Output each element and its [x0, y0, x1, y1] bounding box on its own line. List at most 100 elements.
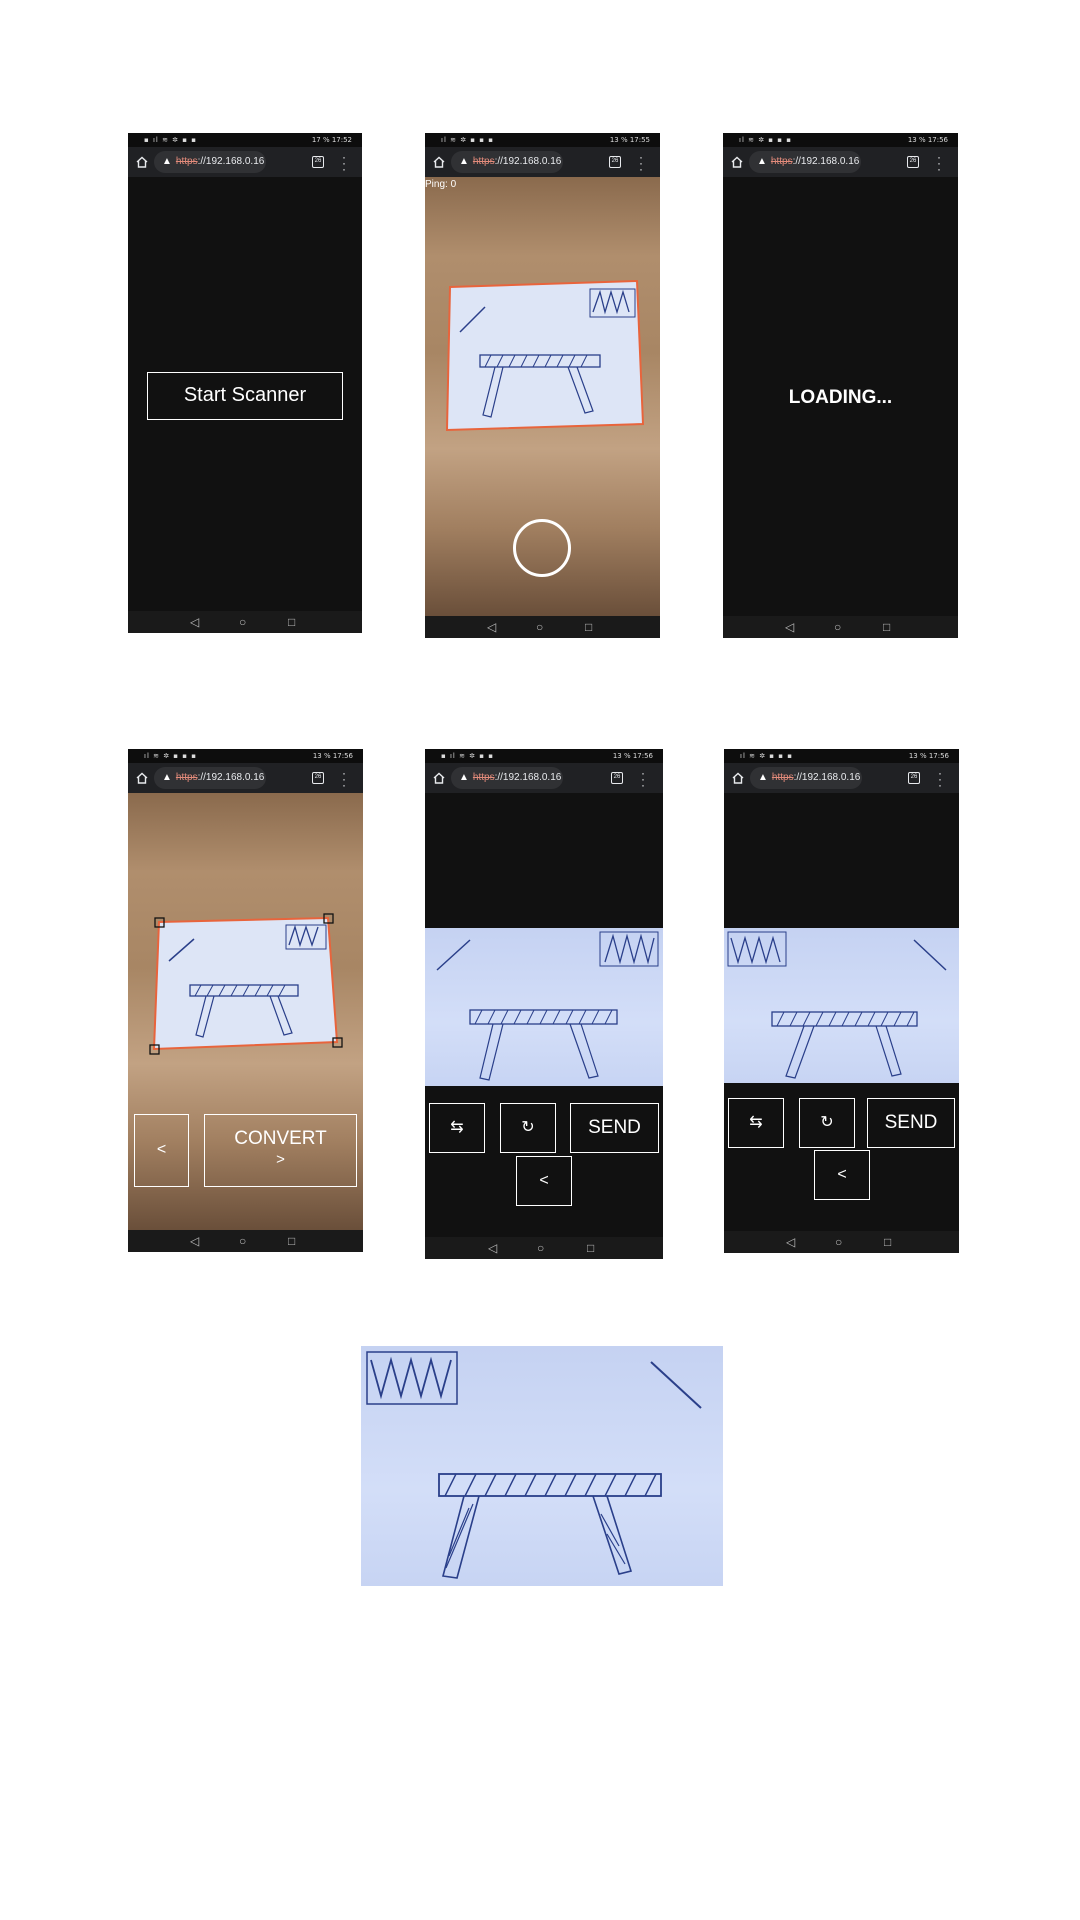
back-button[interactable]: < — [134, 1114, 189, 1187]
nav-home-icon[interactable]: ○ — [239, 615, 246, 629]
browser-toolbar: ▲ https://192.168.0.16 26 · · · — [723, 147, 958, 177]
home-icon[interactable] — [136, 772, 148, 784]
url-bar[interactable]: ▲ https://192.168.0.16 — [451, 767, 563, 789]
phone-start-screen: ▪ ıl ≋ ✲ ▪ ▪ 17 % 17:52 ▲ https://192.168… — [128, 133, 362, 633]
home-icon[interactable] — [136, 156, 148, 168]
system-nav-bar: ◁ ○ □ — [425, 1237, 663, 1259]
url-bar[interactable]: ▲ https://192.168.0.16 — [750, 767, 862, 789]
overflow-menu-icon[interactable]: · · · — [937, 151, 941, 175]
warning-icon: ▲ — [757, 156, 767, 167]
url-bar[interactable]: ▲ https://192.168.0.16 — [154, 151, 266, 173]
overflow-menu-icon[interactable]: · · · — [938, 767, 942, 791]
url-scheme: https — [472, 772, 495, 783]
scanned-image — [425, 928, 663, 1086]
nav-recents-icon[interactable]: □ — [288, 615, 295, 629]
phone-camera-screen: ıl ≋ ✲ ▪ ▪ ▪ 13 % 17:55 ▲ https://192.168… — [425, 133, 660, 638]
home-icon[interactable] — [732, 772, 744, 784]
url-bar[interactable]: ▲ https://192.168.0.16 — [451, 151, 563, 173]
url-scheme: https — [472, 156, 495, 167]
url-bar[interactable]: ▲ https://192.168.0.16 — [154, 767, 266, 789]
loading-label: LOADING... — [788, 387, 893, 408]
nav-back-icon[interactable]: ◁ — [190, 615, 199, 629]
nav-recents-icon[interactable]: □ — [288, 1234, 295, 1248]
swap-icon: ⇆ — [749, 1114, 763, 1131]
page-content: LOADING... — [723, 177, 958, 616]
nav-recents-icon[interactable]: □ — [884, 1235, 891, 1249]
nav-back-icon[interactable]: ◁ — [190, 1234, 199, 1248]
tab-switcher-icon[interactable]: 26 — [907, 156, 919, 168]
status-time: 13 % 17:55 — [609, 136, 650, 144]
nav-recents-icon[interactable]: □ — [587, 1241, 594, 1255]
home-icon[interactable] — [731, 156, 743, 168]
final-scan-output — [361, 1346, 723, 1586]
send-button[interactable]: SEND — [867, 1098, 955, 1148]
browser-toolbar: ▲ https://192.168.0.16 26 · · · — [724, 763, 959, 793]
nav-home-icon[interactable]: ○ — [536, 620, 543, 634]
back-button-label: < — [156, 1141, 167, 1158]
status-bar: ıl ≋ ✲ ▪ ▪ ▪ 13 % 17:56 — [724, 749, 959, 763]
tab-count: 26 — [613, 774, 621, 780]
warning-icon: ▲ — [459, 156, 469, 167]
tab-count: 26 — [611, 158, 619, 164]
status-icons: ıl ≋ ✲ ▪ ▪ ▪ — [739, 136, 792, 144]
tab-switcher-icon[interactable]: 26 — [908, 772, 920, 784]
status-time: 13 % 17:56 — [312, 752, 353, 760]
swap-button[interactable]: ⇆ — [728, 1098, 784, 1148]
status-time: 13 % 17:56 — [908, 752, 949, 760]
nav-back-icon[interactable]: ◁ — [785, 620, 794, 634]
status-bar: ▪ ıl ≋ ✲ ▪ ▪ 13 % 17:56 — [425, 749, 663, 763]
home-icon[interactable] — [433, 156, 445, 168]
crop-preview: < CONVERT > — [128, 793, 363, 1230]
browser-toolbar: ▲ https://192.168.0.16 26 · · · — [128, 147, 362, 177]
nav-back-icon[interactable]: ◁ — [488, 1241, 497, 1255]
home-icon[interactable] — [433, 772, 445, 784]
url-scheme: https — [175, 156, 198, 167]
send-button[interactable]: SEND — [570, 1103, 659, 1153]
phone-loading-screen: ıl ≋ ✲ ▪ ▪ ▪ 13 % 17:56 ▲ https://192.168… — [723, 133, 958, 638]
tab-switcher-icon[interactable]: 26 — [609, 156, 621, 168]
back-button[interactable]: < — [516, 1156, 572, 1206]
rotate-icon: ↻ — [820, 1114, 834, 1131]
url-host: ://192.168.0.16 — [792, 156, 860, 167]
nav-recents-icon[interactable]: □ — [883, 620, 890, 634]
overflow-menu-icon[interactable]: · · · — [639, 151, 643, 175]
shutter-button[interactable] — [513, 519, 571, 577]
nav-back-icon[interactable]: ◁ — [487, 620, 496, 634]
overflow-menu-icon[interactable]: · · · — [641, 767, 645, 791]
rotate-button[interactable]: ↻ — [799, 1098, 855, 1148]
phone-crop-screen: ıl ≋ ✲ ▪ ▪ ▪ 13 % 17:56 ▲ https://192.168… — [128, 749, 363, 1252]
overflow-menu-icon[interactable]: · · · — [342, 767, 346, 791]
phone-result-screen-2: ıl ≋ ✲ ▪ ▪ ▪ 13 % 17:56 ▲ https://192.168… — [724, 749, 959, 1253]
phone-result-screen-1: ▪ ıl ≋ ✲ ▪ ▪ 13 % 17:56 ▲ https://192.168… — [425, 749, 663, 1259]
tab-count: 26 — [314, 158, 322, 164]
tab-switcher-icon[interactable]: 26 — [312, 156, 324, 168]
nav-home-icon[interactable]: ○ — [239, 1234, 246, 1248]
tab-count: 26 — [314, 774, 322, 780]
tab-switcher-icon[interactable]: 26 — [611, 772, 623, 784]
convert-arrow-label: > — [276, 1151, 285, 1168]
warning-icon: ▲ — [162, 156, 172, 167]
nav-home-icon[interactable]: ○ — [537, 1241, 544, 1255]
browser-toolbar: ▲ https://192.168.0.16 26 · · · — [128, 763, 363, 793]
warning-icon: ▲ — [459, 772, 469, 783]
status-icons: ▪ ıl ≋ ✲ ▪ ▪ — [144, 136, 197, 144]
nav-home-icon[interactable]: ○ — [835, 1235, 842, 1249]
tab-switcher-icon[interactable]: 26 — [312, 772, 324, 784]
camera-preview: Ping: 0 — [425, 177, 660, 616]
back-button[interactable]: < — [814, 1150, 870, 1200]
send-button-label: SEND — [884, 1112, 938, 1133]
send-button-label: SEND — [588, 1117, 641, 1138]
url-bar[interactable]: ▲ https://192.168.0.16 — [749, 151, 861, 173]
system-nav-bar: ◁ ○ □ — [128, 611, 362, 633]
rotate-button[interactable]: ↻ — [500, 1103, 556, 1153]
scanned-drawing — [727, 931, 947, 1079]
start-scanner-button[interactable]: Start Scanner — [147, 372, 343, 420]
page-content: ⇆ ↻ SEND < — [425, 793, 663, 1237]
url-host: ://192.168.0.16 — [793, 772, 861, 783]
overflow-menu-icon[interactable]: · · · — [342, 151, 346, 175]
nav-home-icon[interactable]: ○ — [834, 620, 841, 634]
swap-button[interactable]: ⇆ — [429, 1103, 485, 1153]
convert-button[interactable]: CONVERT > — [204, 1114, 357, 1187]
nav-back-icon[interactable]: ◁ — [786, 1235, 795, 1249]
nav-recents-icon[interactable]: □ — [585, 620, 592, 634]
